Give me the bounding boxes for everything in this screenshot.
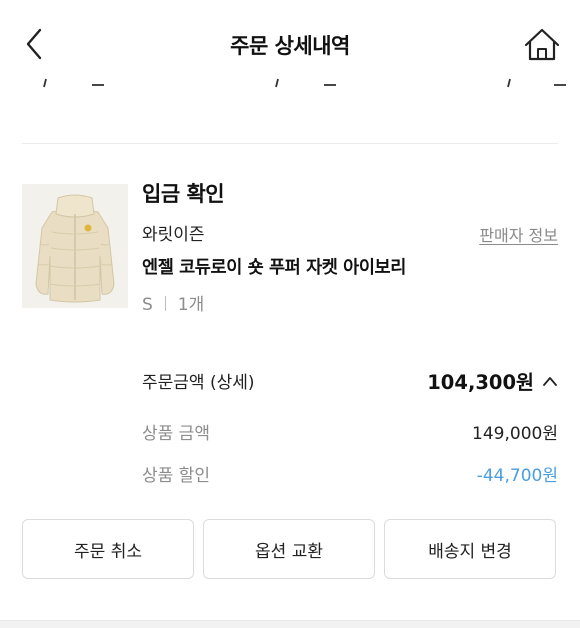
order-total-value-wrap: 104,300원 [427,366,558,395]
page-title: 주문 상세내역 [230,34,350,58]
option-separator [164,296,166,311]
change-address-button[interactable]: 배송지 변경 [384,519,556,579]
section-divider [22,143,558,144]
clipped-content-row [0,74,580,88]
option-size: S [142,295,153,315]
section-separator-bar [0,620,580,628]
option-exchange-button[interactable]: 옵션 교환 [203,519,375,579]
product-price-value: 149,000원 [472,424,558,444]
home-button[interactable] [520,24,564,64]
seller-info-link[interactable]: 판매자 정보 [479,222,558,246]
chevron-up-icon [543,376,557,386]
order-actions: 주문 취소 옵션 교환 배송지 변경 [22,519,556,579]
clipped-text-fragments [43,78,566,88]
brand-name: 와릿이즌 [142,225,205,245]
home-icon [524,28,560,61]
cancel-order-button[interactable]: 주문 취소 [22,519,194,579]
product-discount-label: 상품 할인 [142,466,210,486]
product-name: 엔젤 코듀로이 숏 푸퍼 자켓 아이보리 [142,258,406,278]
product-thumbnail[interactable] [22,184,128,308]
order-total-label: 주문금액 (상세) [142,373,255,393]
order-status: 입금 확인 [142,182,225,206]
order-total-value: 104,300원 [427,371,534,394]
puffer-jacket-image [22,184,128,308]
product-price-label: 상품 금액 [142,424,210,444]
product-option: S 1개 [142,290,204,315]
option-quantity: 1개 [177,295,205,315]
product-discount-value: -44,700원 [476,466,558,486]
order-total-toggle[interactable]: 주문금액 (상세) 104,300원 [142,368,558,396]
